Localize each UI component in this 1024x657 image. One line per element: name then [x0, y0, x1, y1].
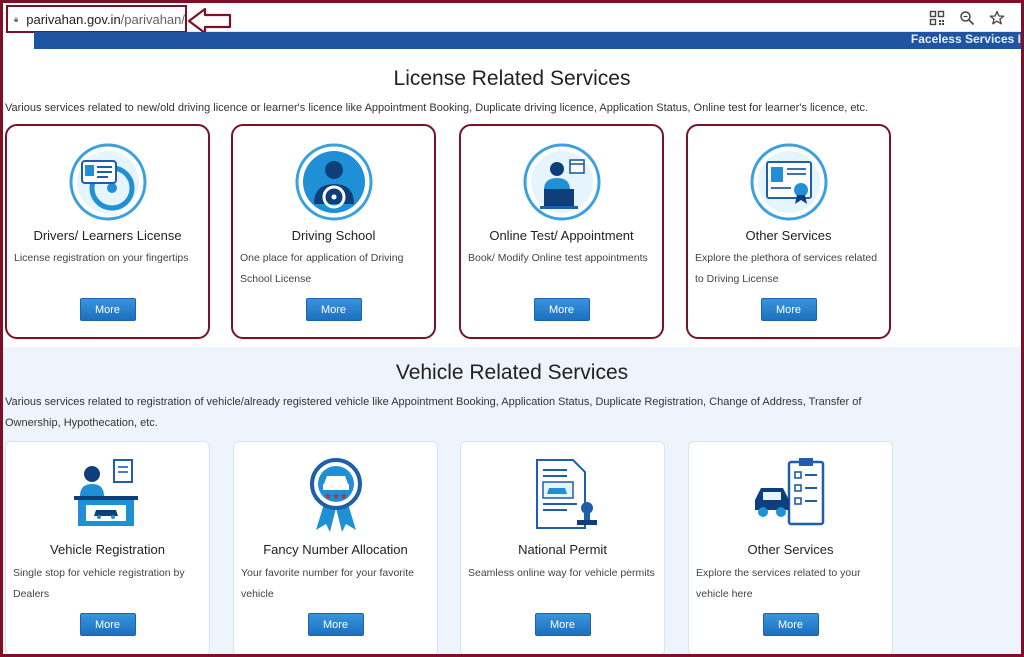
vehicle-section-title: Vehicle Related Services [395, 361, 629, 384]
card-title: Other Services [747, 542, 834, 557]
license-section-title: License Related Services [393, 67, 631, 90]
zoom-icon[interactable] [959, 10, 975, 26]
license-card-drivers: Drivers/ Learners License License regist… [5, 124, 210, 339]
card-description: Book/ Modify Online test appointments [468, 252, 648, 264]
card-description: Explore the plethora of services related… [695, 252, 878, 285]
card-description: Seamless online way for vehicle permits [468, 567, 655, 579]
more-button[interactable]: More [533, 298, 590, 321]
license-card-driving-school: Driving School One place for application… [231, 124, 436, 339]
faceless-services-link[interactable]: Faceless Services I [911, 32, 1021, 46]
url-path: /parivahan/ [120, 11, 185, 27]
vehicle-card-other-services: Other Services Explore the services rela… [688, 441, 893, 656]
card-description: One place for application of Driving Sch… [240, 252, 404, 285]
card-title: Online Test/ Appointment [489, 228, 634, 243]
url-host: parivahan.gov.in [26, 11, 121, 27]
card-description: Single stop for vehicle registration by … [13, 567, 185, 600]
license-card-online-test: Online Test/ Appointment Book/ Modify On… [459, 124, 664, 339]
card-description: License registration on your fingertips [14, 252, 189, 264]
permit-document-icon [523, 452, 603, 532]
browser-address-bar: parivahan.gov.in/parivahan/ [3, 3, 1021, 35]
card-title: National Permit [518, 542, 607, 557]
vehicle-card-registration: Vehicle Registration Single stop for veh… [5, 441, 210, 656]
more-button[interactable]: More [762, 613, 819, 636]
more-button[interactable]: More [307, 613, 364, 636]
fancy-number-badge-icon: ★★★ [296, 452, 376, 532]
vehicle-section-description: Various services related to registration… [5, 396, 862, 429]
more-button[interactable]: More [79, 298, 136, 321]
card-title: Drivers/ Learners License [33, 228, 182, 243]
card-title: Other Services [745, 228, 832, 243]
svg-text:★★★: ★★★ [323, 492, 347, 502]
vehicle-card-national-permit: National Permit Seamless online way for … [460, 441, 665, 656]
online-test-icon [522, 142, 602, 222]
license-section-description: Various services related to new/old driv… [5, 102, 869, 114]
qr-code-icon[interactable] [929, 10, 945, 26]
card-description: Your favorite number for your favorite v… [241, 567, 414, 600]
certificate-icon [749, 142, 829, 222]
card-title: Fancy Number Allocation [263, 542, 408, 557]
more-button[interactable]: More [79, 613, 136, 636]
license-icon [68, 142, 148, 222]
card-title: Vehicle Registration [50, 542, 165, 557]
url-field[interactable]: parivahan.gov.in/parivahan/ [6, 5, 187, 33]
star-icon[interactable] [989, 10, 1005, 26]
more-button[interactable]: More [534, 613, 591, 636]
license-card-other-services: Other Services Explore the plethora of s… [686, 124, 891, 339]
card-title: Driving School [291, 228, 376, 243]
more-button[interactable]: More [305, 298, 362, 321]
card-description: Explore the services related to your veh… [696, 567, 861, 600]
vehicle-registration-icon [68, 452, 148, 532]
lock-icon [14, 16, 18, 22]
driving-school-icon [294, 142, 374, 222]
more-button[interactable]: More [760, 298, 817, 321]
vehicle-card-fancy-number: ★★★ Fancy Number Allocation Your favorit… [233, 441, 438, 656]
top-banner: Faceless Services I [34, 32, 1021, 49]
vehicle-checklist-icon [751, 452, 831, 532]
